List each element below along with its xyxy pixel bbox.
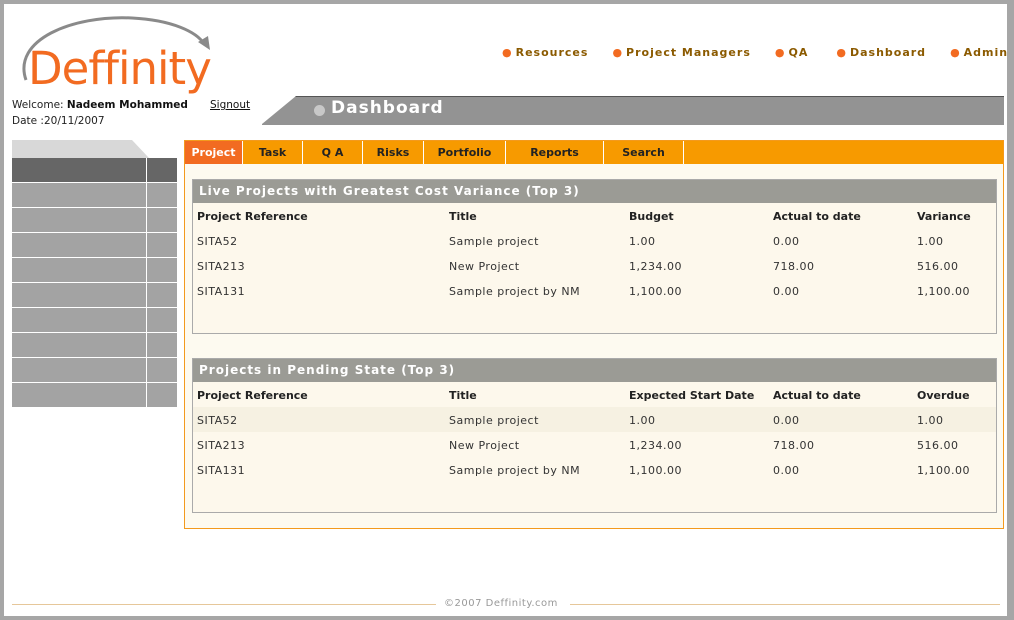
tab-search[interactable]: Search xyxy=(604,141,684,164)
sidebar-item[interactable] xyxy=(12,358,177,383)
main-content: Project Task Q A Risks Portfolio Reports… xyxy=(184,140,1004,529)
sidebar-header xyxy=(12,158,177,182)
table-header: Project Reference Title Expected Start D… xyxy=(197,389,970,402)
bullet-icon: ● xyxy=(836,46,847,59)
tab-risks[interactable]: Risks xyxy=(363,141,424,164)
sidebar-menu xyxy=(12,183,177,408)
sidebar-item[interactable] xyxy=(12,233,177,258)
table-row[interactable]: SITA52 Sample project 1.00 0.00 1.00 xyxy=(193,228,996,253)
tab-project[interactable]: Project xyxy=(185,141,243,164)
table-row[interactable]: SITA131 Sample project by NM 1,100.00 0.… xyxy=(193,278,996,303)
title-bullet-icon xyxy=(314,105,325,116)
welcome-text: Welcome: Nadeem Mohammed xyxy=(12,99,188,111)
sidebar-tab xyxy=(12,140,132,158)
top-nav: ● Resources ● Project Managers ● QA ● Dashbo… xyxy=(502,46,1007,64)
tab-portfolio[interactable]: Portfolio xyxy=(424,141,506,164)
date-value: 20/11/2007 xyxy=(43,115,105,127)
pending-projects-panel: Projects in Pending State (Top 3) Projec… xyxy=(192,358,997,513)
page-title: Dashboard xyxy=(331,98,444,118)
panel-title: Live Projects with Greatest Cost Varianc… xyxy=(193,180,996,203)
date-text: Date :20/11/2007 xyxy=(12,115,105,127)
table-row[interactable]: SITA131 Sample project by NM 1,100.00 0.… xyxy=(193,457,996,482)
sidebar-item[interactable] xyxy=(12,333,177,358)
nav-admin[interactable]: ● Admin xyxy=(950,46,1007,64)
pending-projects-table: Project Reference Title Expected Start D… xyxy=(193,382,996,482)
nav-dashboard[interactable]: ● Dashboard xyxy=(836,46,926,64)
panel-title: Projects in Pending State (Top 3) xyxy=(193,359,996,382)
cost-variance-table: Project Reference Title Budget Actual to… xyxy=(193,203,996,303)
page-title-bar: Dashboard xyxy=(262,96,1004,125)
cost-variance-panel: Live Projects with Greatest Cost Varianc… xyxy=(192,179,997,334)
sidebar-item[interactable] xyxy=(12,283,177,308)
logo-text: Deffinity xyxy=(28,42,212,95)
bullet-icon: ● xyxy=(502,46,513,59)
tab-bar: Project Task Q A Risks Portfolio Reports… xyxy=(185,141,1003,164)
deffinity-logo[interactable]: Deffinity xyxy=(12,10,212,100)
sidebar-item[interactable] xyxy=(12,308,177,333)
table-row[interactable]: SITA213 New Project 1,234.00 718.00 516.… xyxy=(193,253,996,278)
bullet-icon: ● xyxy=(950,46,961,59)
user-name: Nadeem Mohammed xyxy=(66,99,188,111)
tab-qa[interactable]: Q A xyxy=(303,141,363,164)
tab-reports[interactable]: Reports xyxy=(506,141,604,164)
sidebar-item[interactable] xyxy=(12,383,177,408)
app-window: Deffinity ● Resources ● Project Managers ●… xyxy=(4,4,1007,616)
table-header: Project Reference Title Budget Actual to… xyxy=(197,210,971,223)
signout-link[interactable]: Signout xyxy=(210,99,250,111)
copyright-text: ©2007 Deffinity.com xyxy=(444,598,558,609)
sidebar-item[interactable] xyxy=(12,183,177,208)
sidebar-item[interactable] xyxy=(12,258,177,283)
table-row[interactable]: SITA213 New Project 1,234.00 718.00 516.… xyxy=(193,432,996,457)
bullet-icon: ● xyxy=(612,46,624,59)
bullet-icon: ● xyxy=(774,46,786,59)
sidebar-item[interactable] xyxy=(12,208,177,233)
nav-resources[interactable]: ● Resources xyxy=(502,46,588,64)
tab-task[interactable]: Task xyxy=(243,141,303,164)
nav-project-managers[interactable]: ● Project Managers xyxy=(612,46,750,64)
table-row[interactable]: SITA52 Sample project 1.00 0.00 1.00 xyxy=(193,407,996,432)
nav-qa[interactable]: ● QA xyxy=(775,46,808,64)
footer: ©2007 Deffinity.com xyxy=(12,598,1000,610)
